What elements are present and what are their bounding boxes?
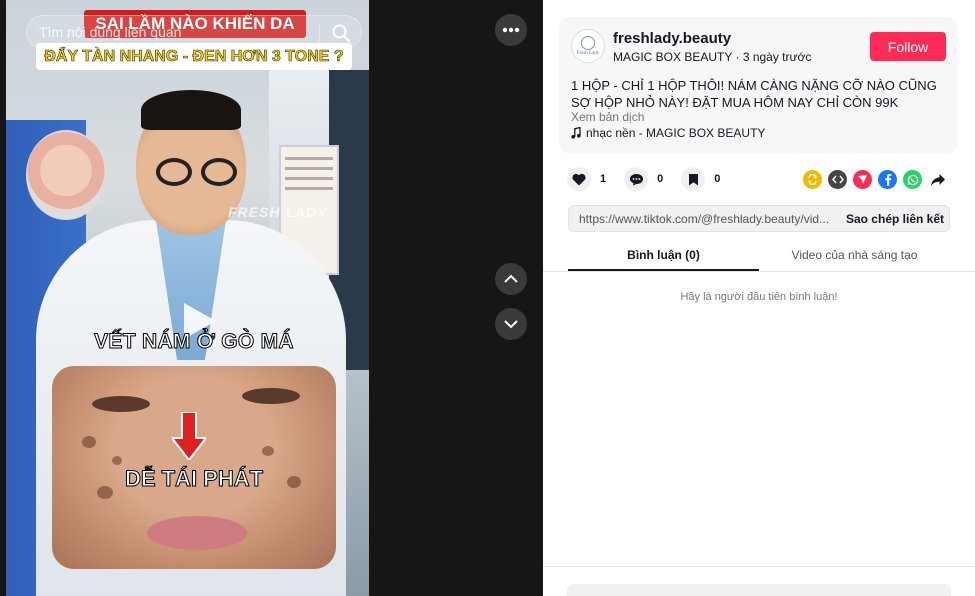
video-description: 1 HỘP - CHỈ 1 HỘP THÔI! NÁM CÀNG NẶNG CỠ… [571, 78, 937, 110]
chevron-down-icon [504, 320, 518, 329]
video-caption-inset: DỄ TÁI PHÁT [124, 466, 264, 492]
search-divider [319, 24, 320, 42]
video-info-panel: Fresh Lady freshlady.beauty MAGIC BOX BE… [543, 0, 975, 596]
tab-comments[interactable]: Bình luận (0) [568, 240, 759, 271]
more-icon [502, 27, 520, 33]
divider [543, 271, 975, 272]
comment-count: 0 [657, 173, 664, 185]
more-options-button[interactable] [495, 14, 527, 46]
separator: · [732, 50, 743, 64]
video-link-url[interactable]: https://www.tiktok.com/@freshlady.beauty… [579, 212, 829, 226]
share-icons [803, 170, 947, 189]
facebook-icon[interactable] [878, 170, 897, 189]
search-input[interactable] [39, 16, 309, 48]
like-count: 1 [600, 173, 607, 185]
post-time: 3 ngày trước [742, 50, 812, 64]
send-icon[interactable] [853, 170, 872, 189]
empty-comments-message: Hãy là người đầu tiên bình luận! [680, 291, 838, 303]
tab-bar: Bình luận (0) Video của nhà sáng tạo [568, 240, 950, 271]
skin-spot [82, 436, 96, 448]
music-link[interactable]: nhạc nền - MAGIC BOX BEAUTY [571, 126, 765, 140]
music-note-icon [571, 127, 581, 139]
divider [543, 566, 975, 567]
save-button[interactable]: 0 [681, 167, 720, 191]
author-card: Fresh Lady freshlady.beauty MAGIC BOX BE… [559, 17, 958, 153]
watermark: FRESH LADY [228, 204, 328, 220]
see-translation-link[interactable]: Xem bản dịch [571, 110, 644, 124]
copy-link-button[interactable]: Sao chép liên kết [841, 206, 949, 231]
comment-input-box[interactable] [567, 584, 951, 596]
closeup-eye-right [242, 388, 300, 404]
closeup-lips [147, 516, 247, 550]
skin-spot [262, 446, 274, 456]
search-bar [26, 15, 362, 49]
skin-closeup-image: DỄ TÁI PHÁT [52, 366, 336, 569]
next-video-button[interactable] [495, 308, 527, 340]
author-display-name[interactable]: MAGIC BOX BEAUTY [613, 50, 732, 64]
comment-icon [629, 173, 643, 185]
search-icon[interactable] [331, 23, 351, 43]
repost-icon[interactable] [803, 170, 822, 189]
video-link-box: https://www.tiktok.com/@freshlady.beauty… [568, 205, 950, 232]
save-count: 0 [714, 173, 721, 185]
brand-logo-icon [581, 36, 595, 50]
skin-spot [112, 456, 122, 465]
face-poster-image [26, 130, 106, 220]
comment-button[interactable]: 0 [624, 167, 663, 191]
follow-button[interactable]: Follow [870, 32, 946, 61]
chevron-up-icon [504, 274, 518, 283]
avatar[interactable]: Fresh Lady [571, 29, 605, 63]
action-bar: 1 0 0 [567, 167, 738, 191]
avatar-text: Fresh Lady [576, 51, 600, 56]
heart-icon [572, 173, 586, 185]
video-caption-middle: VẾT NÁM Ở GÒ MÁ [94, 330, 294, 354]
glasses-left [156, 158, 192, 186]
whatsapp-icon[interactable] [903, 170, 922, 189]
closeup-eye-left [92, 396, 150, 412]
previous-video-button[interactable] [495, 263, 527, 295]
music-label: nhạc nền - MAGIC BOX BEAUTY [586, 126, 766, 140]
arrow-down-icon [172, 412, 206, 460]
doctor-hair [141, 90, 241, 130]
glasses-right [201, 158, 237, 186]
author-subline: MAGIC BOX BEAUTY · 3 ngày trước [613, 50, 811, 64]
share-arrow-icon[interactable] [928, 170, 947, 189]
video-player[interactable]: FRESH LADY SAI LẦM NÀO KHIẾN DA ĐẨY TÀN … [6, 0, 369, 596]
like-button[interactable]: 1 [567, 167, 606, 191]
embed-icon[interactable] [828, 170, 847, 189]
video-stage: FRESH LADY SAI LẦM NÀO KHIẾN DA ĐẨY TÀN … [0, 0, 543, 596]
author-username[interactable]: freshlady.beauty [613, 30, 731, 47]
bookmark-icon [688, 173, 698, 185]
tab-creator-videos[interactable]: Video của nhà sáng tạo [759, 240, 950, 271]
